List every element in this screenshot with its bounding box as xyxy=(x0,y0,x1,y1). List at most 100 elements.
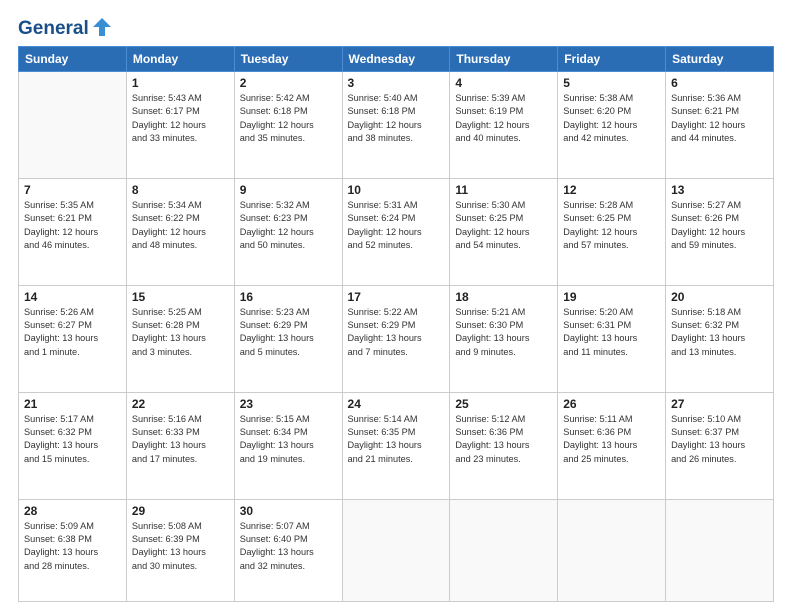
calendar-cell xyxy=(19,71,127,178)
calendar-cell: 12Sunrise: 5:28 AM Sunset: 6:25 PM Dayli… xyxy=(558,178,666,285)
weekday-header-wednesday: Wednesday xyxy=(342,46,450,71)
calendar-cell: 24 Sunrise: 5:14 AM Sunset: 6:35 PM Dayli… xyxy=(342,392,450,499)
day-info: Sunrise: 5:35 AM Sunset: 6:21 PM Dayligh… xyxy=(24,199,121,252)
day-info: Sunrise: 5:09 AM Sunset: 6:38 PM Dayligh… xyxy=(24,520,121,573)
calendar-cell: 22 Sunrise: 5:16 AM Sunset: 6:33 PM Dayli… xyxy=(126,392,234,499)
day-number: 14 xyxy=(24,290,121,304)
day-number: 26 xyxy=(563,397,660,411)
day-info: Sunrise: 5:12 AM Sunset: 6:36 PM Dayligh… xyxy=(455,413,552,466)
logo: General xyxy=(18,18,111,36)
day-info: Sunrise: 5:08 AM Sunset: 6:39 PM Dayligh… xyxy=(132,520,229,573)
week-row-0: 1 Sunrise: 5:43 AM Sunset: 6:17 PM Daylig… xyxy=(19,71,774,178)
day-info: Sunrise: 5:38 AM Sunset: 6:20 PM Dayligh… xyxy=(563,92,660,145)
calendar-cell: 25Sunrise: 5:12 AM Sunset: 6:36 PM Dayli… xyxy=(450,392,558,499)
day-number: 1 xyxy=(132,76,229,90)
day-number: 27 xyxy=(671,397,768,411)
day-info: Sunrise: 5:22 AM Sunset: 6:29 PM Dayligh… xyxy=(348,306,445,359)
day-number: 17 xyxy=(348,290,445,304)
day-info: Sunrise: 5:16 AM Sunset: 6:33 PM Dayligh… xyxy=(132,413,229,466)
calendar-cell: 2 Sunrise: 5:42 AM Sunset: 6:18 PM Daylig… xyxy=(234,71,342,178)
day-info: Sunrise: 5:10 AM Sunset: 6:37 PM Dayligh… xyxy=(671,413,768,466)
calendar-cell: 11 Sunrise: 5:30 AM Sunset: 6:25 PM Dayli… xyxy=(450,178,558,285)
calendar-cell: 13 Sunrise: 5:27 AM Sunset: 6:26 PM Dayli… xyxy=(666,178,774,285)
calendar-table: SundayMondayTuesdayWednesdayThursdayFrid… xyxy=(18,46,774,602)
day-number: 23 xyxy=(240,397,337,411)
day-number: 29 xyxy=(132,504,229,518)
day-number: 22 xyxy=(132,397,229,411)
page: General SundayMondayTuesdayWednesdayThur… xyxy=(0,0,792,612)
day-number: 6 xyxy=(671,76,768,90)
calendar-cell xyxy=(666,499,774,601)
calendar-cell: 8 Sunrise: 5:34 AM Sunset: 6:22 PM Daylig… xyxy=(126,178,234,285)
day-number: 7 xyxy=(24,183,121,197)
calendar-cell: 10Sunrise: 5:31 AM Sunset: 6:24 PM Dayli… xyxy=(342,178,450,285)
day-info: Sunrise: 5:39 AM Sunset: 6:19 PM Dayligh… xyxy=(455,92,552,145)
week-row-4: 28 Sunrise: 5:09 AM Sunset: 6:38 PM Dayli… xyxy=(19,499,774,601)
day-number: 11 xyxy=(455,183,552,197)
day-number: 30 xyxy=(240,504,337,518)
calendar-cell: 21Sunrise: 5:17 AM Sunset: 6:32 PM Dayli… xyxy=(19,392,127,499)
calendar-cell: 4 Sunrise: 5:39 AM Sunset: 6:19 PM Daylig… xyxy=(450,71,558,178)
day-info: Sunrise: 5:43 AM Sunset: 6:17 PM Dayligh… xyxy=(132,92,229,145)
week-row-2: 14Sunrise: 5:26 AM Sunset: 6:27 PM Dayli… xyxy=(19,285,774,392)
day-number: 4 xyxy=(455,76,552,90)
day-info: Sunrise: 5:21 AM Sunset: 6:30 PM Dayligh… xyxy=(455,306,552,359)
calendar-cell: 28 Sunrise: 5:09 AM Sunset: 6:38 PM Dayli… xyxy=(19,499,127,601)
day-info: Sunrise: 5:07 AM Sunset: 6:40 PM Dayligh… xyxy=(240,520,337,573)
day-info: Sunrise: 5:15 AM Sunset: 6:34 PM Dayligh… xyxy=(240,413,337,466)
logo-text: General xyxy=(18,18,113,40)
day-info: Sunrise: 5:30 AM Sunset: 6:25 PM Dayligh… xyxy=(455,199,552,252)
calendar-cell xyxy=(558,499,666,601)
week-row-3: 21Sunrise: 5:17 AM Sunset: 6:32 PM Dayli… xyxy=(19,392,774,499)
calendar-cell: 6Sunrise: 5:36 AM Sunset: 6:21 PM Daylig… xyxy=(666,71,774,178)
day-info: Sunrise: 5:31 AM Sunset: 6:24 PM Dayligh… xyxy=(348,199,445,252)
day-info: Sunrise: 5:14 AM Sunset: 6:35 PM Dayligh… xyxy=(348,413,445,466)
day-info: Sunrise: 5:11 AM Sunset: 6:36 PM Dayligh… xyxy=(563,413,660,466)
day-number: 5 xyxy=(563,76,660,90)
day-number: 21 xyxy=(24,397,121,411)
calendar-cell: 30 Sunrise: 5:07 AM Sunset: 6:40 PM Dayli… xyxy=(234,499,342,601)
weekday-header-row: SundayMondayTuesdayWednesdayThursdayFrid… xyxy=(19,46,774,71)
day-number: 18 xyxy=(455,290,552,304)
logo-icon xyxy=(91,16,113,38)
day-info: Sunrise: 5:34 AM Sunset: 6:22 PM Dayligh… xyxy=(132,199,229,252)
day-info: Sunrise: 5:27 AM Sunset: 6:26 PM Dayligh… xyxy=(671,199,768,252)
calendar-cell: 5 Sunrise: 5:38 AM Sunset: 6:20 PM Daylig… xyxy=(558,71,666,178)
calendar-cell: 18 Sunrise: 5:21 AM Sunset: 6:30 PM Dayli… xyxy=(450,285,558,392)
day-number: 13 xyxy=(671,183,768,197)
calendar-cell: 7 Sunrise: 5:35 AM Sunset: 6:21 PM Daylig… xyxy=(19,178,127,285)
calendar-cell: 15 Sunrise: 5:25 AM Sunset: 6:28 PM Dayli… xyxy=(126,285,234,392)
calendar-cell: 27 Sunrise: 5:10 AM Sunset: 6:37 PM Dayli… xyxy=(666,392,774,499)
day-number: 9 xyxy=(240,183,337,197)
day-number: 28 xyxy=(24,504,121,518)
calendar-cell: 14Sunrise: 5:26 AM Sunset: 6:27 PM Dayli… xyxy=(19,285,127,392)
day-number: 19 xyxy=(563,290,660,304)
calendar-cell: 3Sunrise: 5:40 AM Sunset: 6:18 PM Daylig… xyxy=(342,71,450,178)
day-number: 15 xyxy=(132,290,229,304)
day-info: Sunrise: 5:20 AM Sunset: 6:31 PM Dayligh… xyxy=(563,306,660,359)
calendar-cell: 17 Sunrise: 5:22 AM Sunset: 6:29 PM Dayli… xyxy=(342,285,450,392)
day-info: Sunrise: 5:42 AM Sunset: 6:18 PM Dayligh… xyxy=(240,92,337,145)
calendar-cell: 23 Sunrise: 5:15 AM Sunset: 6:34 PM Dayli… xyxy=(234,392,342,499)
calendar-cell: 29 Sunrise: 5:08 AM Sunset: 6:39 PM Dayli… xyxy=(126,499,234,601)
calendar-cell: 1 Sunrise: 5:43 AM Sunset: 6:17 PM Daylig… xyxy=(126,71,234,178)
weekday-header-sunday: Sunday xyxy=(19,46,127,71)
day-number: 24 xyxy=(348,397,445,411)
calendar-cell: 19 Sunrise: 5:20 AM Sunset: 6:31 PM Dayli… xyxy=(558,285,666,392)
weekday-header-monday: Monday xyxy=(126,46,234,71)
day-number: 12 xyxy=(563,183,660,197)
day-info: Sunrise: 5:25 AM Sunset: 6:28 PM Dayligh… xyxy=(132,306,229,359)
day-number: 8 xyxy=(132,183,229,197)
calendar-cell xyxy=(342,499,450,601)
day-info: Sunrise: 5:32 AM Sunset: 6:23 PM Dayligh… xyxy=(240,199,337,252)
weekday-header-tuesday: Tuesday xyxy=(234,46,342,71)
weekday-header-saturday: Saturday xyxy=(666,46,774,71)
calendar-cell: 16Sunrise: 5:23 AM Sunset: 6:29 PM Dayli… xyxy=(234,285,342,392)
calendar-cell: 26 Sunrise: 5:11 AM Sunset: 6:36 PM Dayli… xyxy=(558,392,666,499)
header: General xyxy=(18,18,774,36)
calendar-cell: 9 Sunrise: 5:32 AM Sunset: 6:23 PM Daylig… xyxy=(234,178,342,285)
day-info: Sunrise: 5:23 AM Sunset: 6:29 PM Dayligh… xyxy=(240,306,337,359)
calendar-cell xyxy=(450,499,558,601)
week-row-1: 7 Sunrise: 5:35 AM Sunset: 6:21 PM Daylig… xyxy=(19,178,774,285)
day-number: 2 xyxy=(240,76,337,90)
